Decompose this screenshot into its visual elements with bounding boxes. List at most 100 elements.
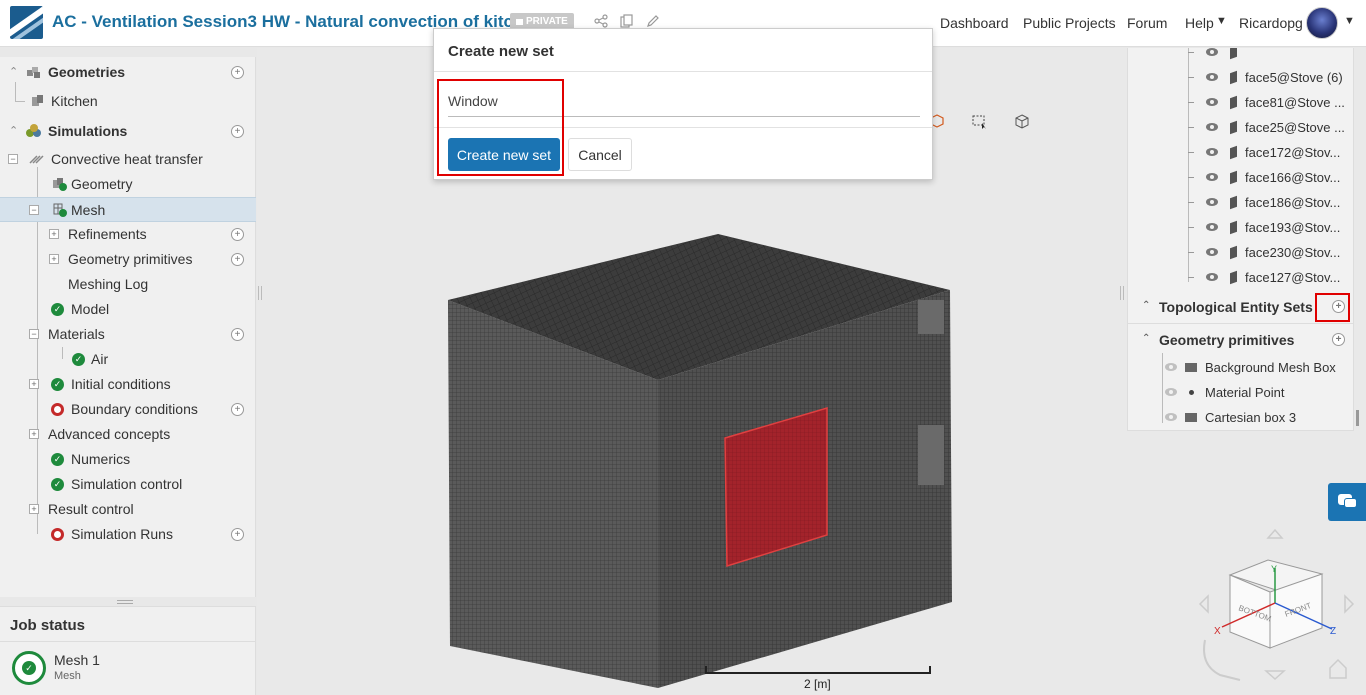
nav-help[interactable]: Help — [1185, 15, 1214, 31]
expand-toggle-icon[interactable]: + — [29, 504, 39, 514]
collapse-toggle-icon[interactable]: − — [8, 154, 18, 164]
tree-item-simulations[interactable]: ⌃ Simulations + — [0, 119, 256, 144]
primitive-row[interactable]: Background Mesh Box — [1128, 355, 1353, 380]
add-simulation-icon[interactable]: + — [231, 125, 244, 138]
face-row[interactable]: face166@Stov... — [1128, 165, 1353, 190]
collapse-chevron-icon[interactable]: ⌃ — [9, 65, 18, 78]
avatar[interactable] — [1306, 7, 1338, 39]
add-run-icon[interactable]: + — [231, 528, 244, 541]
tree-item-geometries[interactable]: ⌃ Geometries + — [0, 60, 256, 85]
face-row[interactable]: face81@Stove ... — [1128, 90, 1353, 115]
face-row[interactable]: face193@Stov... — [1128, 215, 1353, 240]
tree-item-convective-heat-transfer[interactable]: − Convective heat transfer — [0, 147, 256, 172]
tree-line — [1188, 102, 1194, 103]
box-select-icon[interactable] — [971, 114, 989, 132]
mesh-view-icon[interactable] — [1013, 114, 1031, 132]
eye-icon[interactable] — [1206, 98, 1218, 106]
simscale-logo[interactable] — [10, 6, 43, 39]
eye-icon[interactable] — [1206, 48, 1218, 56]
help-chevron-down-icon[interactable]: ▼ — [1216, 15, 1227, 27]
tree-item-geometry[interactable]: Geometry — [0, 172, 256, 197]
nav-public-projects[interactable]: Public Projects — [1023, 15, 1116, 31]
eye-icon[interactable] — [1206, 148, 1218, 156]
tree-item-air[interactable]: ✓ Air — [0, 347, 256, 372]
add-boundary-condition-icon[interactable]: + — [231, 403, 244, 416]
rotate-icon[interactable] — [1203, 639, 1241, 681]
home-icon[interactable] — [1329, 658, 1347, 679]
face-label: face186@Stov... — [1245, 195, 1341, 210]
eye-icon[interactable] — [1165, 388, 1177, 396]
tree-item-kitchen[interactable]: Kitchen — [0, 89, 256, 114]
chat-button[interactable] — [1328, 483, 1366, 521]
tree-item-result-control[interactable]: + Result control — [0, 497, 256, 522]
add-primitive-icon[interactable]: + — [231, 253, 244, 266]
face-row[interactable]: face25@Stove ... — [1128, 115, 1353, 140]
panel-resize-handle[interactable] — [117, 600, 133, 604]
geometry-primitives-header[interactable]: ⌃ Geometry primitives + — [1128, 326, 1353, 354]
add-material-icon[interactable]: + — [231, 328, 244, 341]
tree-label: Geometry primitives — [68, 251, 193, 267]
nav-forum[interactable]: Forum — [1127, 15, 1167, 31]
eye-icon[interactable] — [1165, 413, 1177, 421]
divider — [0, 641, 256, 642]
collapse-toggle-icon[interactable]: − — [29, 205, 39, 215]
nav-dashboard[interactable]: Dashboard — [940, 15, 1009, 31]
create-new-set-button[interactable]: Create new set — [448, 138, 560, 171]
cancel-button[interactable]: Cancel — [568, 138, 632, 171]
face-icon — [1230, 270, 1237, 285]
tree-item-boundary-conditions[interactable]: Boundary conditions + — [0, 397, 256, 422]
tree-item-geometry-primitives[interactable]: + Geometry primitives + — [0, 247, 256, 272]
set-name-input[interactable] — [448, 85, 920, 117]
add-geometry-icon[interactable]: + — [231, 66, 244, 79]
arrow-left-icon[interactable] — [1198, 594, 1209, 614]
face-row-partial[interactable] — [1128, 48, 1353, 65]
primitive-row[interactable]: Cartesian box 3 — [1128, 405, 1353, 430]
add-entity-set-icon[interactable]: + — [1332, 300, 1345, 313]
tree-label: Air — [91, 351, 109, 367]
tree-item-initial-conditions[interactable]: + ✓ Initial conditions — [0, 372, 256, 397]
user-chevron-down-icon[interactable]: ▼ — [1344, 15, 1355, 27]
face-row[interactable]: face5@Stove (6) — [1128, 65, 1353, 90]
tree-item-numerics[interactable]: ✓ Numerics — [0, 447, 256, 472]
expand-toggle-icon[interactable]: + — [49, 229, 59, 239]
scrollbar[interactable] — [1356, 410, 1359, 426]
tree-item-refinements[interactable]: + Refinements + — [0, 222, 256, 247]
eye-icon[interactable] — [1206, 173, 1218, 181]
eye-icon[interactable] — [1206, 198, 1218, 206]
navigation-cube[interactable]: BOTTOM FRONT Y X Z — [1192, 522, 1362, 692]
face-row[interactable]: face230@Stov... — [1128, 240, 1353, 265]
expand-toggle-icon[interactable]: + — [49, 254, 59, 264]
eye-icon[interactable] — [1206, 248, 1218, 256]
tree-item-advanced-concepts[interactable]: + Advanced concepts — [0, 422, 256, 447]
expand-toggle-icon[interactable]: + — [29, 379, 39, 389]
arrow-right-icon[interactable] — [1344, 594, 1355, 614]
tree-item-simulation-control[interactable]: ✓ Simulation control — [0, 472, 256, 497]
tree-item-simulation-runs[interactable]: Simulation Runs + — [0, 522, 256, 547]
primitive-row[interactable]: Material Point — [1128, 380, 1353, 405]
eye-icon[interactable] — [1206, 123, 1218, 131]
topological-entity-sets-header[interactable]: ⌃ Topological Entity Sets + — [1128, 293, 1353, 321]
face-row[interactable]: face172@Stov... — [1128, 140, 1353, 165]
tree-item-model[interactable]: ✓ Model — [0, 297, 256, 322]
collapse-chevron-icon[interactable]: ⌃ — [9, 124, 18, 137]
add-primitive-icon[interactable]: + — [1332, 333, 1345, 346]
tree-item-meshing-log[interactable]: Meshing Log — [0, 272, 256, 297]
collapse-chevron-icon[interactable]: ⌃ — [1142, 333, 1150, 344]
collapse-toggle-icon[interactable]: − — [29, 329, 39, 339]
eye-icon[interactable] — [1206, 273, 1218, 281]
eye-icon[interactable] — [1165, 363, 1177, 371]
geometry-check-icon — [53, 178, 67, 191]
arrow-down-icon[interactable] — [1264, 670, 1286, 681]
face-row[interactable]: face127@Stov... — [1128, 265, 1353, 290]
eye-icon[interactable] — [1206, 223, 1218, 231]
tree-item-mesh[interactable]: − Mesh — [0, 197, 256, 222]
tree-item-materials[interactable]: − Materials + — [0, 322, 256, 347]
eye-icon[interactable] — [1206, 73, 1218, 81]
nav-username[interactable]: Ricardopg — [1239, 15, 1303, 31]
add-refinement-icon[interactable]: + — [231, 228, 244, 241]
collapse-chevron-icon[interactable]: ⌃ — [1142, 300, 1150, 311]
face-row[interactable]: face186@Stov... — [1128, 190, 1353, 215]
arrow-up-icon[interactable] — [1266, 528, 1284, 539]
job-name[interactable]: Mesh 1 — [54, 652, 100, 668]
expand-toggle-icon[interactable]: + — [29, 429, 39, 439]
